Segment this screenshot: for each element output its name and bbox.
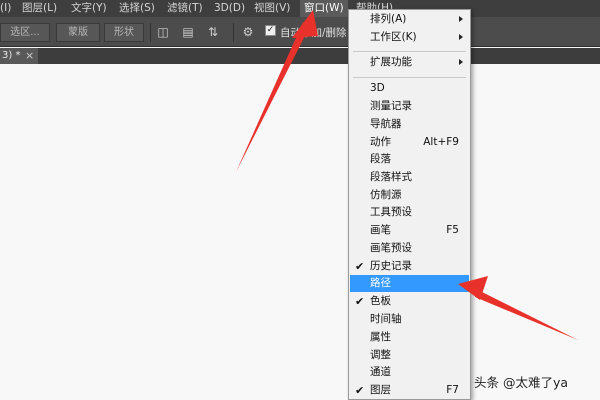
menu-item-clone-source[interactable]: 仿制源 — [350, 187, 469, 204]
submenu-arrow-icon — [459, 59, 463, 65]
submenu-arrow-icon — [459, 34, 463, 40]
menu-item-filter[interactable]: 滤镜(T) — [167, 0, 203, 17]
menu-item-timeline[interactable]: 时间轴 — [350, 311, 469, 328]
watermark-text: 头条 @太难了ya — [474, 375, 569, 390]
menu-item-3d[interactable]: 3D(D) — [214, 0, 245, 17]
menu-item-history[interactable]: ✔ 历史记录 — [350, 258, 469, 275]
menu-bar: (I) 图层(L) 文字(Y) 选择(S) 滤镜(T) 3D(D) 视图(V) … — [0, 0, 600, 17]
menu-item-extensions[interactable]: 扩展功能 — [350, 54, 469, 71]
shortcut-text: F7 — [446, 384, 459, 396]
path-operations-icon[interactable]: ◫ — [155, 24, 171, 40]
submenu-arrow-icon — [459, 16, 463, 22]
select-area-button[interactable]: 选区... — [0, 23, 50, 42]
menu-item-tool-presets[interactable]: 工具预设 — [350, 204, 469, 221]
menu-item-window[interactable]: 窗口(W) — [300, 0, 348, 17]
menu-item-paragraph-styles[interactable]: 段落样式 — [350, 169, 469, 186]
shortcut-text: Alt+F9 — [423, 136, 459, 148]
menu-item-image[interactable]: (I) — [0, 0, 11, 17]
document-canvas[interactable] — [0, 64, 600, 400]
menu-separator — [353, 77, 466, 78]
document-tab[interactable]: 3) * × — [0, 48, 38, 64]
menu-item-3d-panel[interactable]: 3D — [350, 80, 469, 97]
menu-item-brush-presets[interactable]: 画笔预设 — [350, 240, 469, 257]
checkmark-icon: ✔ — [355, 384, 365, 397]
document-tab-label: 3) * — [2, 50, 21, 61]
checkmark-icon: ✔ — [355, 260, 365, 273]
mask-button[interactable]: 蒙版 — [56, 23, 100, 42]
menu-item-measurement-log[interactable]: 测量记录 — [350, 98, 469, 115]
options-separator — [150, 23, 151, 42]
menu-item-type[interactable]: 文字(Y) — [71, 0, 107, 17]
shape-button[interactable]: 形状 — [104, 23, 144, 42]
menu-item-actions[interactable]: 动作 Alt+F9 — [350, 134, 469, 151]
menu-item-adjustments[interactable]: 调整 — [350, 347, 469, 364]
checkmark-icon: ✔ — [355, 295, 365, 308]
options-separator — [233, 23, 234, 42]
menu-item-layer[interactable]: 图层(L) — [22, 0, 57, 17]
menu-separator — [353, 51, 466, 52]
menu-item-navigator[interactable]: 导航器 — [350, 116, 469, 133]
menu-item-properties[interactable]: 属性 — [350, 329, 469, 346]
menu-item-channels[interactable]: 通道 — [350, 364, 469, 381]
menu-item-swatches[interactable]: ✔ 色板 — [350, 293, 469, 310]
path-alignment-icon[interactable]: ▤ — [180, 24, 196, 40]
menu-item-brush[interactable]: 画笔 F5 — [350, 222, 469, 239]
menu-item-paragraph[interactable]: 段落 — [350, 151, 469, 168]
path-arrangement-icon[interactable]: ⇅ — [205, 24, 221, 40]
shortcut-text: F5 — [446, 224, 459, 236]
menu-item-workspace[interactable]: 工作区(K) — [350, 29, 469, 46]
auto-add-delete-label: 自动添加/删除 — [280, 27, 347, 39]
menu-item-layers[interactable]: ✔ 图层 F7 — [350, 382, 469, 399]
document-tab-bar: 3) * × — [0, 48, 600, 64]
options-bar: 选区... 蒙版 形状 ◫ ▤ ⇅ ⚙ ✓ 自动添加/删除 — [0, 17, 600, 47]
auto-add-delete-checkbox[interactable]: ✓ — [265, 25, 276, 36]
menu-item-arrange[interactable]: 排列(A) — [350, 11, 469, 28]
menu-item-paths[interactable]: 路径 — [350, 275, 469, 292]
gear-icon[interactable]: ⚙ — [240, 24, 256, 40]
menu-item-select[interactable]: 选择(S) — [119, 0, 155, 17]
close-icon[interactable]: × — [25, 48, 34, 64]
window-menu-dropdown: 排列(A) 工作区(K) 扩展功能 3D 测量记录 导航器 动作 Alt+F9 … — [348, 9, 471, 400]
menu-item-view[interactable]: 视图(V) — [254, 0, 290, 17]
